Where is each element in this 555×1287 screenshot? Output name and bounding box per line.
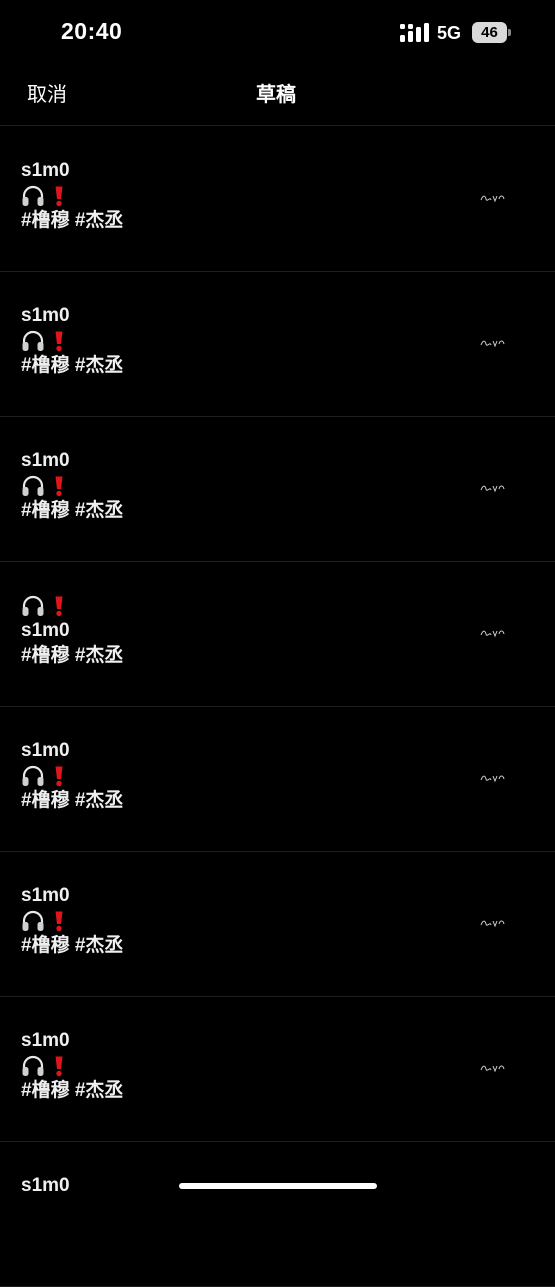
headphones-icon	[22, 475, 44, 496]
network-type: 5G	[437, 23, 462, 43]
exclamation-icon	[55, 476, 63, 496]
draft-hashtags: #橹穆 #杰丞	[21, 210, 124, 231]
draft-emoji-row	[21, 473, 123, 498]
draft-thumbnail	[480, 195, 505, 203]
draft-item[interactable]: s1m0 #橹穆 #杰丞	[0, 707, 555, 852]
home-indicator[interactable]	[179, 1183, 377, 1189]
draft-username: s1m0	[21, 885, 70, 906]
draft-emoji-row	[21, 593, 123, 618]
draft-item[interactable]: s1m0 #橹穆 #杰丞	[0, 127, 555, 272]
draft-username: s1m0	[21, 1175, 70, 1196]
draft-emoji-row	[21, 183, 123, 208]
draft-item[interactable]: s1m0 #橹穆 #杰丞	[0, 562, 555, 707]
draft-username: s1m0	[21, 160, 70, 181]
headphones-icon	[22, 1055, 44, 1076]
draft-item[interactable]: s1m0 #橹穆 #杰丞	[0, 272, 555, 417]
draft-item[interactable]: s1m0	[0, 1142, 555, 1287]
draft-hashtags: #橹穆 #杰丞	[21, 500, 124, 521]
draft-username: s1m0	[21, 740, 70, 761]
draft-emoji-row	[21, 328, 123, 353]
page-title: 草稿	[256, 84, 296, 106]
draft-hashtags: #橹穆 #杰丞	[21, 645, 124, 666]
headphones-icon	[22, 765, 44, 786]
draft-thumbnail	[480, 630, 505, 638]
status-time: 20:40	[61, 18, 123, 44]
draft-hashtags: #橹穆 #杰丞	[21, 355, 124, 376]
draft-thumbnail	[480, 485, 505, 493]
draft-username: s1m0	[21, 450, 70, 471]
exclamation-icon	[55, 331, 63, 351]
draft-hashtags: #橹穆 #杰丞	[21, 935, 124, 956]
nav-bar: 取消 草稿	[0, 66, 555, 126]
draft-emoji-row	[21, 1053, 123, 1078]
status-bar: 20:40 5G 46	[0, 0, 555, 66]
draft-emoji-row	[21, 908, 123, 933]
exclamation-icon	[55, 911, 63, 931]
draft-username: s1m0	[21, 1030, 70, 1051]
headphones-icon	[22, 185, 44, 206]
draft-thumbnail	[480, 340, 505, 348]
headphones-icon	[22, 595, 44, 616]
exclamation-icon	[55, 596, 63, 616]
exclamation-icon	[55, 766, 63, 786]
draft-thumbnail	[480, 1065, 505, 1073]
draft-item[interactable]: s1m0 #橹穆 #杰丞	[0, 997, 555, 1142]
cancel-button[interactable]: 取消	[27, 78, 67, 107]
draft-thumbnail	[480, 775, 505, 783]
battery-tip	[508, 29, 511, 36]
exclamation-icon	[55, 186, 63, 206]
draft-emoji-row	[21, 763, 123, 788]
exclamation-icon	[55, 1056, 63, 1076]
draft-thumbnail	[480, 920, 505, 928]
battery-icon: 46	[472, 22, 511, 43]
draft-list: s1m0 #橹穆 #杰丞 s1m0 #橹穆 #杰丞 s1m0 #橹穆 #杰丞 s…	[0, 127, 555, 1287]
battery-level: 46	[472, 22, 507, 43]
draft-username: s1m0	[21, 305, 70, 326]
draft-item[interactable]: s1m0 #橹穆 #杰丞	[0, 852, 555, 997]
draft-item[interactable]: s1m0 #橹穆 #杰丞	[0, 417, 555, 562]
cellular-signal-icon	[400, 23, 429, 42]
headphones-icon	[22, 330, 44, 351]
draft-hashtags: #橹穆 #杰丞	[21, 1080, 124, 1101]
draft-username: s1m0	[21, 620, 70, 641]
headphones-icon	[22, 910, 44, 931]
draft-hashtags: #橹穆 #杰丞	[21, 790, 124, 811]
